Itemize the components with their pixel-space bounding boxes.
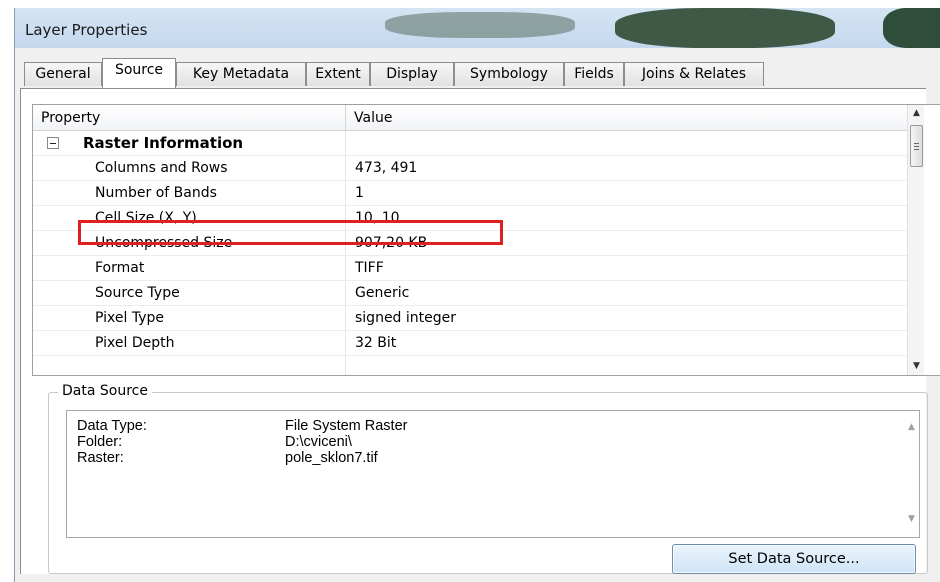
collapse-icon[interactable] xyxy=(47,137,59,149)
data-source-scrollbar[interactable]: ▲ ▼ xyxy=(903,411,920,537)
grip-line xyxy=(914,146,919,147)
cell-size-highlight-box xyxy=(78,220,503,245)
raster-value: pole_sklon7.tif xyxy=(285,450,378,466)
table-row[interactable]: Pixel Type signed integer xyxy=(33,306,907,331)
window-title: Layer Properties xyxy=(25,21,148,39)
tab-symbology[interactable]: Symbology xyxy=(454,62,564,86)
scroll-up-icon[interactable]: ▲ xyxy=(903,419,920,436)
property-name: Format xyxy=(95,260,145,276)
property-value: 473, 491 xyxy=(355,160,418,176)
tab-fields[interactable]: Fields xyxy=(564,62,624,86)
property-grid-scrollbar[interactable]: ▲ ▼ xyxy=(907,105,925,375)
data-type-value: File System Raster xyxy=(285,418,408,434)
tab-source[interactable]: Source xyxy=(102,58,176,88)
property-value: Generic xyxy=(355,285,410,301)
table-row[interactable]: Source Type Generic xyxy=(33,281,907,306)
tab-strip: General Source Key Metadata Extent Displ… xyxy=(24,58,924,88)
tab-extent[interactable]: Extent xyxy=(306,62,370,86)
data-type-label: Data Type: xyxy=(77,418,147,434)
value-column-header[interactable]: Value xyxy=(346,105,907,131)
property-value: 32 Bit xyxy=(355,335,397,351)
table-row[interactable]: Format TIFF xyxy=(33,256,907,281)
folder-label: Folder: xyxy=(77,434,123,450)
raster-label: Raster: xyxy=(77,450,124,466)
tab-divider xyxy=(20,88,926,89)
scroll-down-icon[interactable]: ▼ xyxy=(903,511,920,528)
property-value: signed integer xyxy=(355,310,457,326)
group-row-raster-information[interactable]: Raster Information xyxy=(33,131,907,156)
background-map-shape xyxy=(615,8,835,48)
tab-joins-relates[interactable]: Joins & Relates xyxy=(624,62,764,86)
group-label: Raster Information xyxy=(83,134,244,152)
table-row[interactable]: Number of Bands 1 xyxy=(33,181,907,206)
table-row[interactable]: Pixel Depth 32 Bit xyxy=(33,331,907,356)
property-name: Source Type xyxy=(95,285,180,301)
title-bar[interactable]: Layer Properties xyxy=(15,8,940,48)
scroll-up-icon[interactable]: ▲ xyxy=(908,105,925,122)
property-value: TIFF xyxy=(355,260,384,276)
grip-line xyxy=(914,149,919,150)
tab-general[interactable]: General xyxy=(24,62,102,86)
property-name: Columns and Rows xyxy=(95,160,228,176)
background-map-shape xyxy=(883,8,940,48)
data-source-textbox[interactable]: Data Type: File System Raster Folder: D:… xyxy=(66,410,920,538)
grip-line xyxy=(914,143,919,144)
scroll-down-icon[interactable]: ▼ xyxy=(908,358,925,375)
property-grid-header: Property Value xyxy=(33,105,907,131)
property-name: Pixel Type xyxy=(95,310,164,326)
scrollbar-thumb[interactable] xyxy=(910,125,923,167)
property-value: 1 xyxy=(355,185,364,201)
set-data-source-button[interactable]: Set Data Source... xyxy=(672,544,916,574)
background-map-shape xyxy=(385,12,575,38)
property-name: Number of Bands xyxy=(95,185,217,201)
property-name: Pixel Depth xyxy=(95,335,175,351)
table-row[interactable]: Columns and Rows 473, 491 xyxy=(33,156,907,181)
tab-key-metadata[interactable]: Key Metadata xyxy=(176,62,306,86)
property-column-header[interactable]: Property xyxy=(33,105,346,131)
data-source-legend: Data Source xyxy=(58,383,152,399)
folder-value: D:\cviceni\ xyxy=(285,434,352,450)
tab-display[interactable]: Display xyxy=(370,62,454,86)
